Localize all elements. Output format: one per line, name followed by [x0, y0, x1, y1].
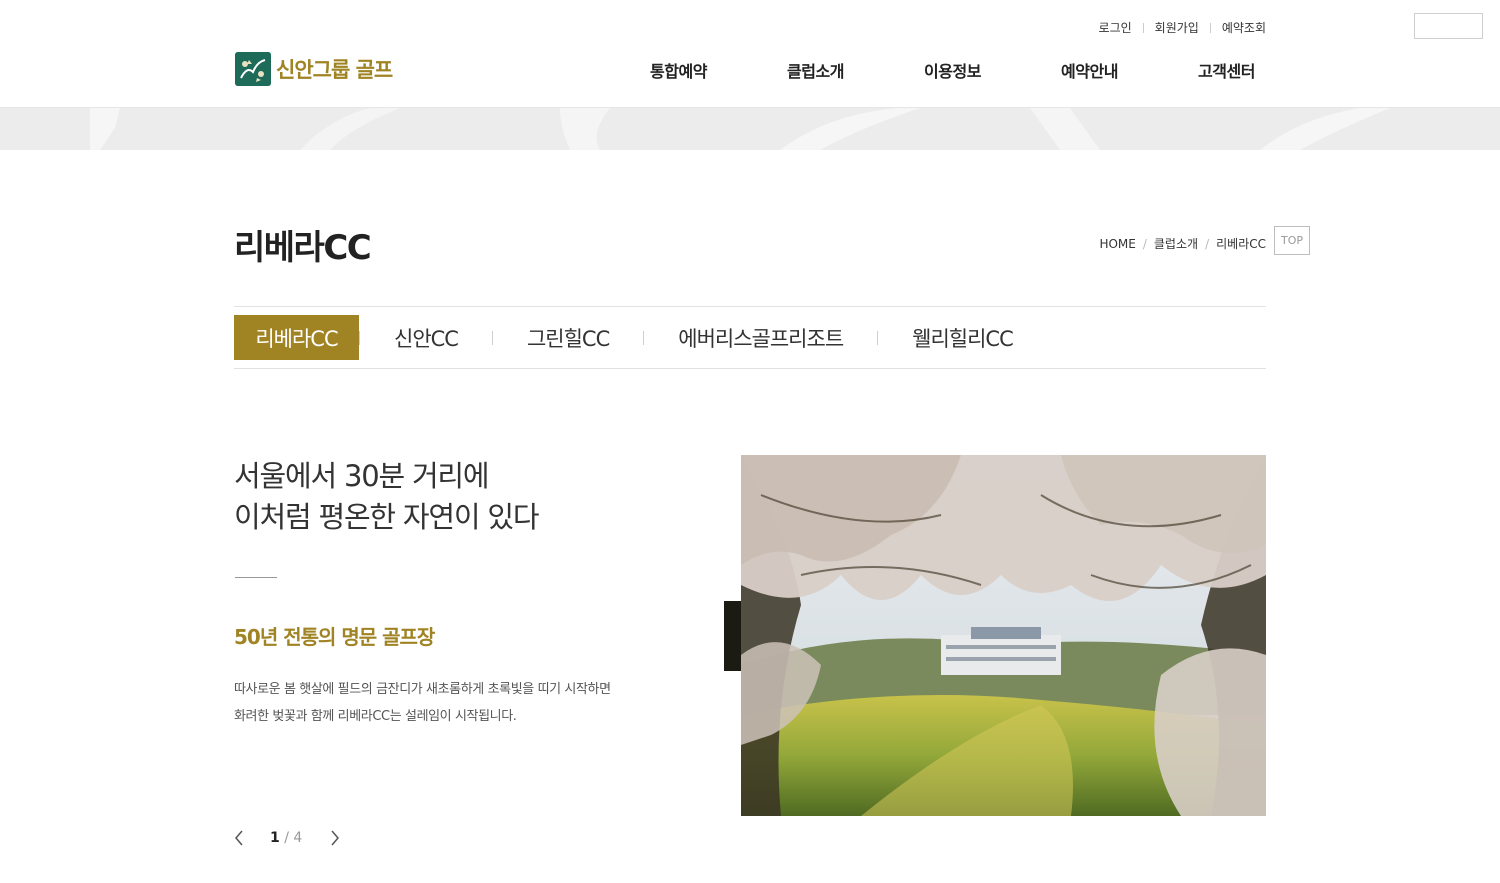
- login-link[interactable]: 로그인: [1099, 19, 1132, 36]
- main-nav: 통합예약 클럽소개 이용정보 예약안내 고객센터: [610, 58, 1295, 82]
- breadcrumb-separator: /: [1205, 236, 1210, 251]
- header-banner: [0, 108, 1500, 150]
- tab-border-bottom: [234, 368, 1266, 369]
- headline-line: 서울에서 30분 거리에: [234, 459, 490, 493]
- golf-course-photo: [741, 455, 1266, 816]
- photo-accent-bar: [724, 601, 742, 671]
- description: 따사로운 봄 햇살에 필드의 금잔디가 새초롬하게 초록빛을 띠기 시작하면 화…: [234, 676, 611, 730]
- signup-link[interactable]: 회원가입: [1155, 19, 1199, 36]
- tab-wellihilli-cc[interactable]: 웰리힐리CC: [890, 315, 1035, 360]
- tab-divider: [491, 330, 493, 345]
- language-select-box[interactable]: [1414, 13, 1483, 39]
- reservation-lookup-link[interactable]: 예약조회: [1222, 19, 1266, 36]
- club-tabs: 리베라CC 신안CC 그린힐CC 에버리스골프리조트 웰리힐리CC: [234, 315, 1035, 360]
- headline-line: 이처럼 평온한 자연이 있다: [234, 500, 540, 534]
- slide-pager: 1 / 4: [232, 828, 342, 848]
- breadcrumb-home[interactable]: HOME: [1099, 237, 1135, 251]
- slide-counter: 1 / 4: [270, 830, 302, 846]
- logo-icon: [235, 52, 271, 86]
- nav-customer-center[interactable]: 고객센터: [1158, 58, 1295, 82]
- nav-integrated-reservation[interactable]: 통합예약: [610, 58, 747, 82]
- nav-club-intro[interactable]: 클럽소개: [747, 58, 884, 82]
- divider: [1142, 22, 1144, 33]
- description-line: 따사로운 봄 햇살에 필드의 금잔디가 새초롬하게 초록빛을 띠기 시작하면: [234, 682, 611, 697]
- description-line: 화려한 벚꽃과 함께 리베라CC는 설레임이 시작됩니다.: [234, 709, 517, 724]
- tab-everis-golf-resort[interactable]: 에버리스골프리조트: [656, 315, 865, 360]
- subheading: 50년 전통의 명문 골프장: [234, 625, 435, 649]
- utility-nav: 로그인 회원가입 예약조회: [1099, 19, 1266, 36]
- slide-separator: /: [284, 830, 294, 846]
- breadcrumb: HOME / 클럽소개 / 리베라CC: [1099, 235, 1266, 252]
- slide-total: 4: [293, 830, 303, 846]
- tab-libera-cc[interactable]: 리베라CC: [234, 315, 359, 360]
- slide-current: 1: [270, 830, 280, 846]
- tab-divider: [359, 330, 360, 345]
- tab-shinan-cc[interactable]: 신안CC: [372, 315, 480, 360]
- nav-usage-info[interactable]: 이용정보: [884, 58, 1021, 82]
- page-title: 리베라CC: [234, 228, 372, 268]
- breadcrumb-current: 리베라CC: [1216, 237, 1266, 251]
- logo-text: 신안그룹 골프: [276, 58, 393, 82]
- top-button[interactable]: TOP: [1274, 226, 1310, 255]
- tab-border-top: [234, 306, 1266, 307]
- prev-arrow-icon[interactable]: [232, 828, 246, 848]
- content-divider: [235, 577, 277, 578]
- divider: [1209, 22, 1211, 33]
- tab-divider: [877, 330, 879, 345]
- tab-greenhill-cc[interactable]: 그린힐CC: [505, 315, 631, 360]
- breadcrumb-separator: /: [1142, 236, 1147, 251]
- tab-divider: [643, 330, 645, 345]
- breadcrumb-club-intro[interactable]: 클럽소개: [1154, 235, 1198, 252]
- logo[interactable]: 신안그룹 골프: [235, 52, 393, 86]
- next-arrow-icon[interactable]: [328, 828, 342, 848]
- nav-reservation-guide[interactable]: 예약안내: [1021, 58, 1158, 82]
- headline: 서울에서 30분 거리에 이처럼 평온한 자연이 있다: [234, 456, 540, 538]
